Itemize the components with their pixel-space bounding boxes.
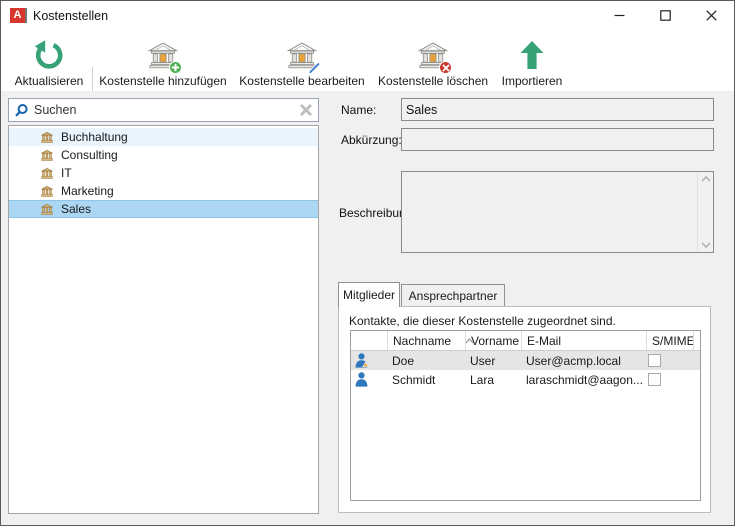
description-field[interactable] (401, 171, 714, 253)
member-row-doe[interactable]: Doe User User@acmp.local (351, 351, 700, 370)
list-item-label: Consulting (61, 148, 118, 162)
bank-icon (41, 168, 53, 179)
refresh-icon (33, 38, 65, 72)
titlebar: A Kostenstellen (1, 1, 734, 31)
tab-label: Ansprechpartner (409, 289, 498, 303)
cell-vorname: Lara (465, 370, 521, 389)
user-icon (355, 372, 369, 390)
edit-cost-center-button[interactable]: Kostenstelle bearbeiten (239, 34, 365, 88)
list-item-label: Sales (61, 202, 91, 216)
import-icon (519, 38, 545, 72)
abbreviation-field[interactable] (401, 128, 714, 151)
header-smime[interactable]: S/MIME (646, 331, 693, 350)
edit-cost-center-label: Kostenstelle bearbeiten (239, 72, 364, 88)
close-icon (706, 10, 717, 21)
app-icon-letter: A (14, 10, 22, 21)
header-nachname[interactable]: Nachname (387, 331, 465, 350)
kostenstellen-window: A Kostenstellen Aktualisieren (0, 0, 735, 526)
mitglieder-panel: Kontakte, die dieser Kostenstelle zugeor… (338, 306, 711, 513)
cell-nachname: Schmidt (387, 370, 465, 389)
members-caption: Kontakte, die dieser Kostenstelle zugeor… (349, 314, 616, 328)
header-icon-column (351, 331, 387, 350)
delete-cost-center-label: Kostenstelle löschen (378, 72, 488, 88)
header-email[interactable]: E-Mail (521, 331, 646, 350)
list-item-label: IT (61, 166, 72, 180)
smime-checkbox[interactable] (648, 373, 661, 386)
pencil-badge-icon (308, 61, 321, 74)
bank-icon (41, 132, 53, 143)
members-table-header: Nachname Vorname E-Mail S/MIME (351, 331, 700, 351)
bank-add-icon (148, 38, 178, 72)
list-item-buchhaltung[interactable]: Buchhaltung (9, 128, 318, 146)
bank-icon (41, 186, 53, 197)
scroll-up-icon[interactable] (701, 176, 711, 182)
list-item-label: Marketing (61, 184, 114, 198)
main-content: Buchhaltung Consulting IT Marketing (1, 91, 734, 526)
add-cost-center-label: Kostenstelle hinzufügen (99, 72, 226, 88)
user-warning-icon (355, 353, 369, 371)
search-icon (14, 103, 29, 118)
description-scrollbar[interactable] (697, 172, 713, 252)
cell-email: User@acmp.local (521, 351, 646, 370)
search-input[interactable] (34, 103, 299, 117)
cell-nachname: Doe (387, 351, 465, 370)
member-row-schmidt[interactable]: Schmidt Lara laraschmidt@aagon... (351, 370, 700, 389)
clear-search-icon[interactable] (299, 103, 313, 117)
search-box (8, 98, 319, 122)
cell-vorname: User (465, 351, 521, 370)
members-table: Nachname Vorname E-Mail S/MIME (350, 330, 701, 501)
bank-edit-icon (287, 38, 317, 72)
delete-cost-center-button[interactable]: Kostenstelle löschen (379, 34, 487, 88)
tab-ansprechpartner[interactable]: Ansprechpartner (401, 284, 505, 306)
delete-badge-icon (439, 61, 452, 74)
toolbar: Aktualisieren Kostenstelle h (1, 31, 734, 91)
list-item-it[interactable]: IT (9, 164, 318, 182)
cell-email: laraschmidt@aagon... (521, 370, 646, 389)
bank-delete-icon (418, 38, 448, 72)
bank-icon (41, 150, 53, 161)
close-button[interactable] (688, 1, 734, 30)
header-spacer (693, 331, 701, 350)
bank-icon (41, 204, 53, 215)
scroll-down-icon[interactable] (701, 242, 711, 248)
name-field[interactable] (401, 98, 714, 121)
tab-mitglieder[interactable]: Mitglieder (338, 282, 400, 307)
window-title: Kostenstellen (33, 9, 108, 23)
refresh-button[interactable]: Aktualisieren (9, 34, 89, 88)
abbreviation-label: Abkürzung: (341, 133, 402, 147)
list-item-label: Buchhaltung (61, 130, 128, 144)
import-label: Importieren (502, 72, 563, 88)
refresh-label: Aktualisieren (15, 72, 84, 88)
smime-checkbox[interactable] (648, 354, 661, 367)
maximize-button[interactable] (642, 1, 688, 30)
cost-center-list: Buchhaltung Consulting IT Marketing (8, 125, 319, 514)
maximize-icon (660, 10, 671, 21)
header-vorname[interactable]: Vorname (465, 331, 521, 350)
list-item-marketing[interactable]: Marketing (9, 182, 318, 200)
list-item-sales[interactable]: Sales (9, 200, 318, 218)
import-button[interactable]: Importieren (499, 34, 565, 88)
minimize-icon (614, 10, 625, 21)
tab-label: Mitglieder (343, 288, 395, 302)
add-cost-center-button[interactable]: Kostenstelle hinzufügen (98, 34, 228, 88)
plus-badge-icon (169, 61, 182, 74)
acmp-app-icon: A (10, 8, 25, 23)
name-label: Name: (341, 103, 376, 117)
minimize-button[interactable] (596, 1, 642, 30)
list-item-consulting[interactable]: Consulting (9, 146, 318, 164)
